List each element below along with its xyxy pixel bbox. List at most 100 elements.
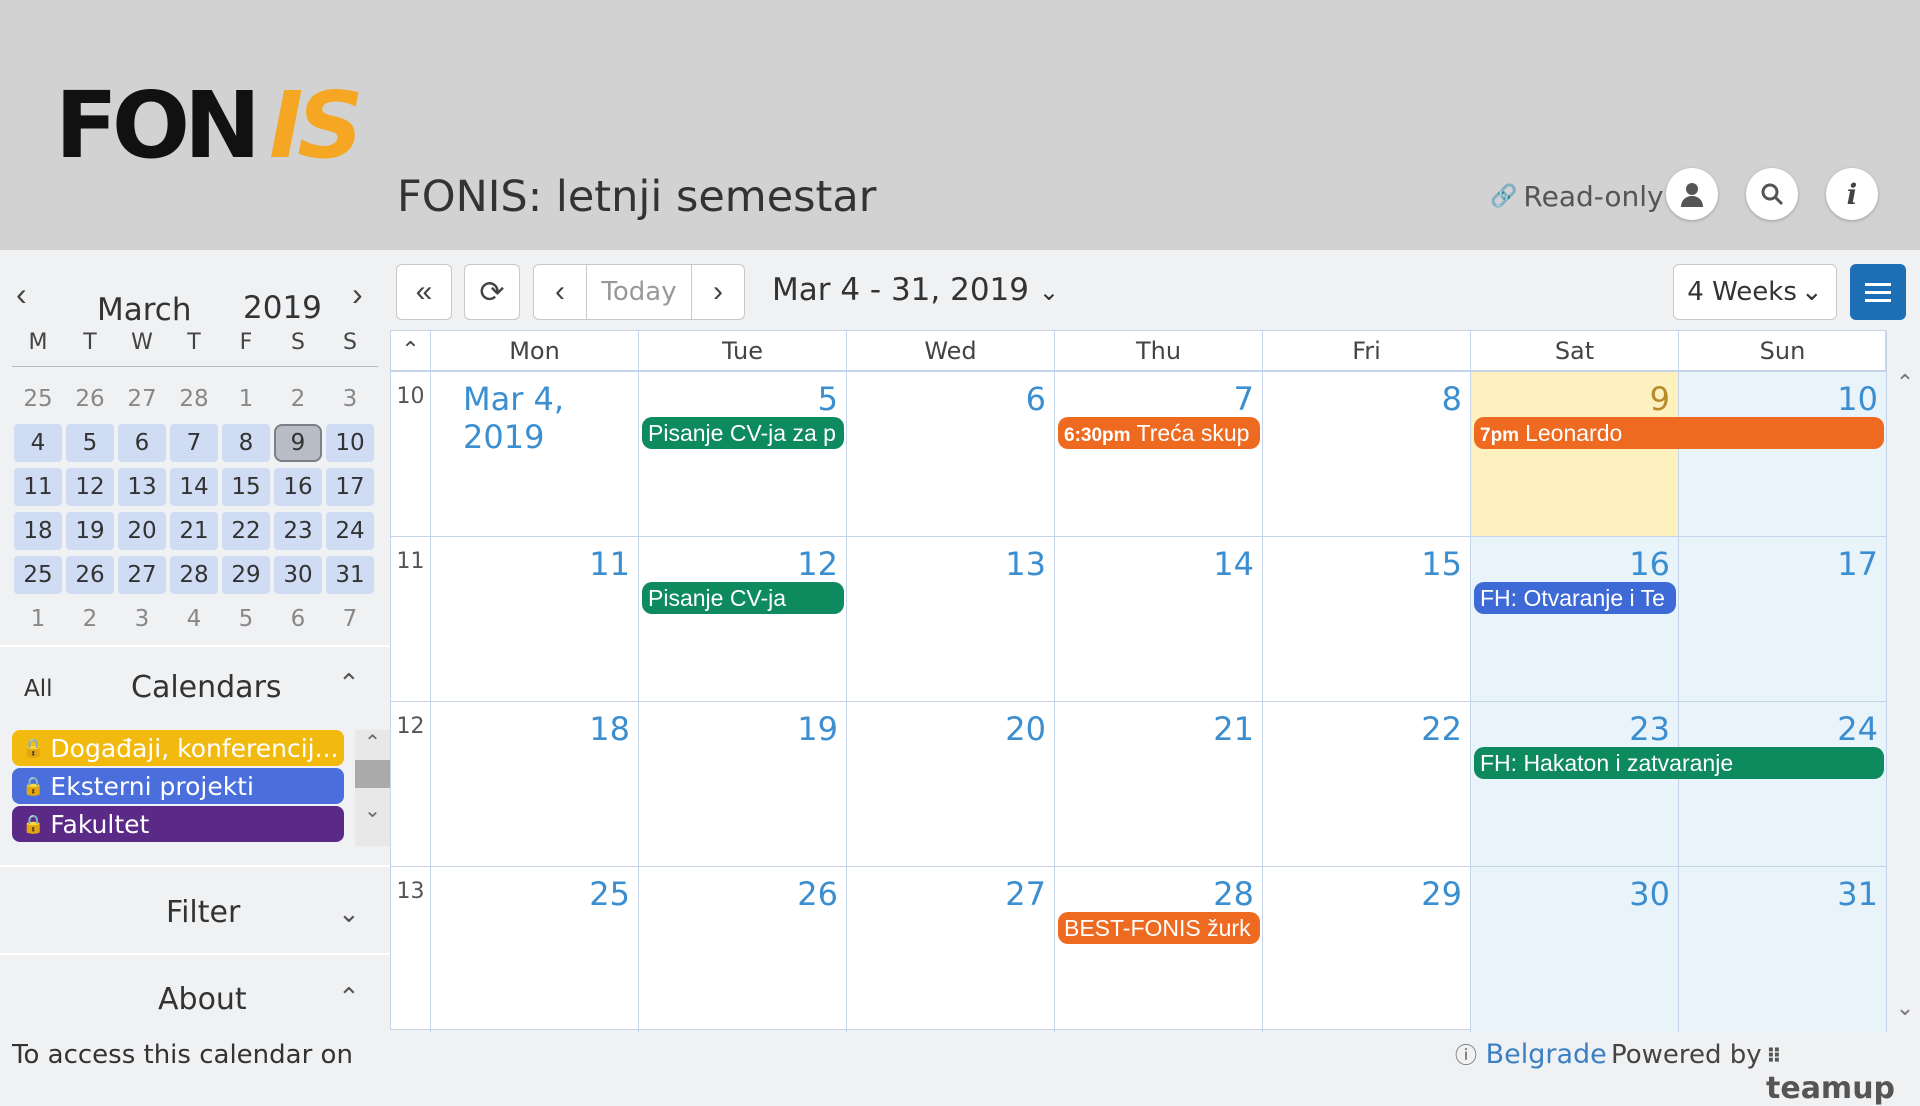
day-cell[interactable]: 28 [1055,867,1263,1032]
day-number[interactable]: 18 [589,710,630,748]
mini-day[interactable]: 25 [14,380,62,418]
day-cell[interactable]: 16 [1471,537,1679,702]
all-calendars-link[interactable]: All [24,676,53,702]
calendar-event[interactable]: FH: Otvaranje i Te [1474,582,1676,614]
scroll-down-icon[interactable]: ⌄ [355,788,390,828]
mini-day[interactable]: 13 [118,468,166,506]
mini-day[interactable]: 21 [170,512,218,550]
mini-day[interactable]: 10 [326,424,374,462]
mini-day[interactable]: 27 [118,556,166,594]
calendar-item[interactable]: 🔒 Fakultet [12,806,344,842]
user-button[interactable] [1666,168,1718,220]
day-cell[interactable]: 7 [1055,372,1263,537]
mini-month-label[interactable]: March [97,292,192,328]
day-cell[interactable]: 22 [1263,702,1471,867]
day-number[interactable]: 9 [1650,380,1670,418]
mini-day[interactable]: 29 [222,556,270,594]
timezone-link[interactable]: ⓘ Belgrade [1455,1038,1607,1070]
day-number[interactable]: 6 [1026,380,1046,418]
day-number[interactable]: 24 [1837,710,1878,748]
calendar-event[interactable]: 6:30pm Treća skup [1058,417,1260,449]
mini-year-label[interactable]: 2019 [243,290,322,326]
mini-day[interactable]: 6 [118,424,166,462]
day-number[interactable]: 17 [1837,545,1878,583]
scroll-down-icon[interactable]: ⌄ [1890,995,1920,1021]
mini-day[interactable]: 28 [170,556,218,594]
mini-day[interactable]: 2 [274,380,322,418]
jump-back-button[interactable]: « [396,264,452,320]
day-number[interactable]: 7 [1234,380,1254,418]
day-number[interactable]: Mar 4, 2019 [463,380,638,456]
mini-day[interactable]: 7 [326,600,374,638]
day-cell[interactable]: 19 [639,702,847,867]
day-number[interactable]: 27 [1005,875,1046,913]
day-number[interactable]: 22 [1421,710,1462,748]
calendar-event[interactable]: Pisanje CV-ja [642,582,844,614]
mini-day[interactable]: 3 [326,380,374,418]
day-number[interactable]: 12 [797,545,838,583]
about-title[interactable]: About [158,982,247,1017]
date-range-picker[interactable]: Mar 4 - 31, 2019 ⌄ [772,272,1059,308]
mini-day[interactable]: 6 [274,600,322,638]
day-number[interactable]: 26 [797,875,838,913]
day-cell[interactable]: 9 [1471,372,1679,537]
refresh-button[interactable]: ⟳ [464,264,520,320]
calendar-event[interactable]: Pisanje CV-ja za p [642,417,844,449]
mini-day[interactable]: 4 [14,424,62,462]
week-number[interactable]: 11 [391,537,431,702]
day-number[interactable]: 29 [1421,875,1462,913]
today-button[interactable]: Today [586,264,692,320]
mini-day[interactable]: 1 [14,600,62,638]
grid-scrollbar[interactable]: ⌃ ⌄ [1890,330,1920,1030]
filter-title[interactable]: Filter [166,895,240,930]
week-number[interactable]: 12 [391,702,431,867]
view-selector[interactable]: 4 Weeks ⌄ [1673,264,1837,320]
next-button[interactable]: › [691,264,745,320]
day-cell[interactable]: 27 [847,867,1055,1032]
mini-day[interactable]: 7 [170,424,218,462]
mini-next-month-icon[interactable]: › [352,276,363,313]
menu-button[interactable] [1850,264,1906,320]
readonly-link[interactable]: 🔗 Read-only [1490,180,1664,213]
day-number[interactable]: 28 [1213,875,1254,913]
mini-day[interactable]: 24 [326,512,374,550]
scroll-up-icon[interactable]: ⌃ [1890,370,1920,396]
day-number[interactable]: 14 [1213,545,1254,583]
day-cell[interactable]: 25 [431,867,639,1032]
day-cell[interactable]: 26 [639,867,847,1032]
day-cell[interactable]: Mar 4, 2019 [431,372,639,537]
day-number[interactable]: 23 [1629,710,1670,748]
day-number[interactable]: 25 [589,875,630,913]
mini-day[interactable]: 17 [326,468,374,506]
mini-day[interactable]: 5 [222,600,270,638]
day-cell[interactable]: 23 [1471,702,1679,867]
day-number[interactable]: 15 [1421,545,1462,583]
prev-button[interactable]: ‹ [533,264,587,320]
calendar-event[interactable]: BEST-FONIS žurk [1058,912,1260,944]
search-button[interactable] [1746,168,1798,220]
mini-day[interactable]: 12 [66,468,114,506]
chevron-down-icon[interactable]: ⌄ [338,898,360,929]
day-cell[interactable]: 5 [639,372,847,537]
mini-day[interactable]: 4 [170,600,218,638]
day-cell[interactable]: 14 [1055,537,1263,702]
mini-day[interactable]: 23 [274,512,322,550]
mini-day[interactable]: 26 [66,556,114,594]
day-number[interactable]: 31 [1837,875,1878,913]
day-cell[interactable]: 6 [847,372,1055,537]
mini-day[interactable]: 20 [118,512,166,550]
mini-day[interactable]: 8 [222,424,270,462]
week-number[interactable]: 10 [391,372,431,537]
calendar-event[interactable]: 7pm Leonardo [1474,417,1884,449]
day-cell[interactable]: 10 [1679,372,1887,537]
mini-day[interactable]: 18 [14,512,62,550]
teamup-logo[interactable]: ⠿ teamup [1766,1036,1920,1106]
day-cell[interactable]: 13 [847,537,1055,702]
mini-day[interactable]: 19 [66,512,114,550]
mini-day[interactable]: 27 [118,380,166,418]
fonis-logo[interactable]: FON IS [55,80,364,172]
day-number[interactable]: 10 [1837,380,1878,418]
collapse-icon[interactable]: ⌃ [391,331,431,371]
mini-day[interactable]: 3 [118,600,166,638]
info-button[interactable]: i [1826,168,1878,220]
